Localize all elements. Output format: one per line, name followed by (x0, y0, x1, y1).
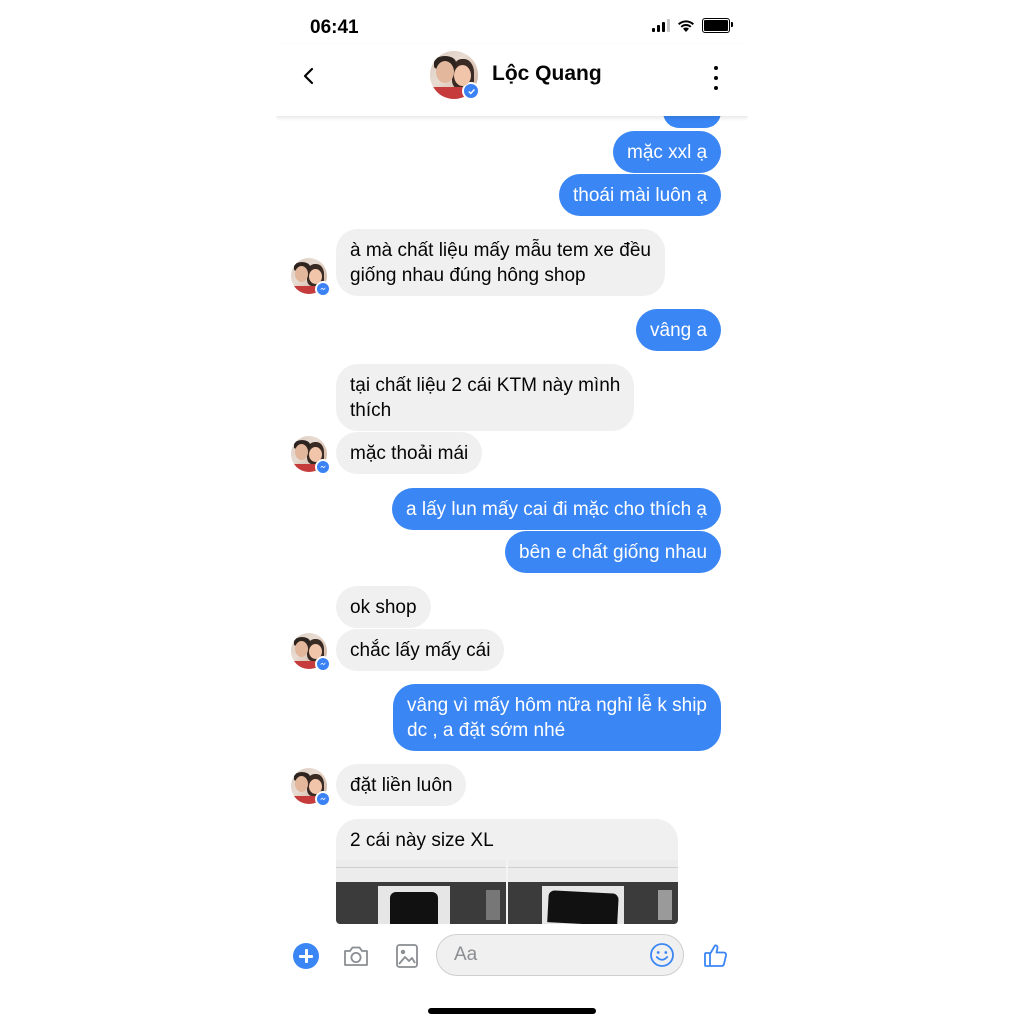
message-input-placeholder: Aa (454, 944, 478, 965)
messenger-screen: 06:41 mặc xxl ạ thoái mài luôn ạ à mà ch… (276, 0, 748, 1024)
image-icon[interactable] (394, 942, 420, 970)
message-bubble-outgoing[interactable]: bên e chất giống nhau (505, 531, 722, 573)
message-line: tại chất liệu 2 cái KTM này mình (350, 375, 621, 396)
message-bubble-outgoing[interactable]: mặc xxl ạ (613, 131, 722, 173)
home-indicator[interactable] (428, 1008, 596, 1014)
attachment-image[interactable] (508, 860, 678, 924)
sender-avatar[interactable] (291, 633, 331, 672)
plus-icon[interactable] (293, 943, 319, 969)
contact-avatar[interactable] (430, 51, 480, 100)
emoji-icon[interactable] (649, 942, 675, 968)
message-line: vâng vì mấy hôm nữa nghỉ lễ k ship (407, 695, 707, 716)
contact-name[interactable]: Lộc Quang (492, 62, 602, 86)
message-bubble-incoming[interactable]: mặc thoải mái (336, 432, 483, 474)
attachment-image[interactable] (336, 860, 506, 924)
message-bubble-incoming[interactable]: chắc lấy mấy cái (336, 629, 505, 671)
message-line: dc , a đặt sớm nhé (407, 720, 566, 741)
more-vertical-icon (714, 66, 718, 70)
camera-icon[interactable] (342, 943, 370, 969)
back-button[interactable] (298, 62, 322, 90)
sender-avatar[interactable] (291, 768, 331, 807)
message-line: à mà chất liệu mấy mẫu tem xe đều (350, 240, 651, 261)
message-bubble-outgoing[interactable]: thoái mài luôn ạ (559, 174, 722, 216)
message-list[interactable]: mặc xxl ạ thoái mài luôn ạ à mà chất liệ… (276, 0, 748, 1024)
more-options-button[interactable] (712, 66, 720, 90)
message-composer: Aa (276, 926, 748, 986)
sender-avatar[interactable] (291, 258, 331, 297)
back-icon (303, 67, 314, 85)
thumbs-up-icon[interactable] (702, 941, 730, 969)
message-bubble-outgoing[interactable]: vâng vì mấy hôm nữa nghỉ lễ k ship dc , … (393, 684, 721, 751)
message-bubble-outgoing[interactable]: vâng a (636, 309, 722, 351)
message-bubble-incoming[interactable]: tại chất liệu 2 cái KTM này mình thích (336, 364, 635, 431)
image-attachment[interactable] (336, 860, 678, 924)
message-line: thích (350, 400, 392, 421)
message-bubble-outgoing[interactable]: a lấy lun mấy cai đi mặc cho thích ạ (392, 488, 721, 530)
message-line: giống nhau đúng hông shop (350, 265, 586, 286)
conversation-header: Lộc Quang (276, 44, 748, 116)
sender-avatar[interactable] (291, 436, 331, 475)
message-bubble-incoming[interactable]: à mà chất liệu mấy mẫu tem xe đều giống … (336, 229, 665, 296)
message-bubble-incoming[interactable]: ok shop (336, 586, 431, 628)
message-input[interactable]: Aa (436, 934, 684, 976)
message-bubble-incoming[interactable]: đặt liền luôn (336, 764, 467, 806)
